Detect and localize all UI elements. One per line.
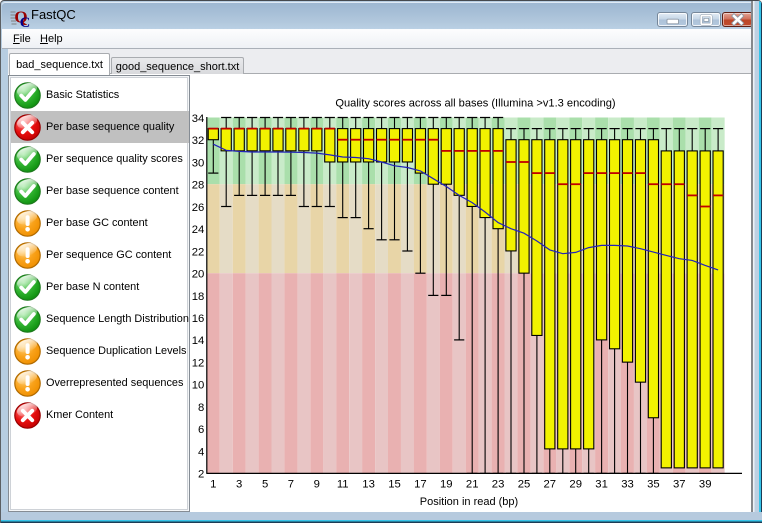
svg-text:35: 35: [647, 478, 660, 490]
svg-text:28: 28: [192, 180, 205, 192]
svg-text:3: 3: [236, 478, 242, 490]
svg-text:29: 29: [569, 478, 582, 490]
svg-text:14: 14: [192, 335, 205, 347]
svg-text:9: 9: [314, 478, 320, 490]
svg-text:24: 24: [192, 224, 205, 236]
svg-text:31: 31: [595, 478, 608, 490]
svg-text:10: 10: [192, 380, 205, 392]
svg-text:23: 23: [492, 478, 505, 490]
svg-text:32: 32: [192, 135, 205, 147]
svg-text:Quality scores across all base: Quality scores across all bases (Illumin…: [335, 98, 615, 110]
svg-text:18: 18: [192, 291, 205, 303]
svg-text:7: 7: [288, 478, 294, 490]
svg-text:34: 34: [192, 113, 205, 125]
svg-text:4: 4: [198, 447, 204, 459]
svg-text:19: 19: [440, 478, 453, 490]
svg-text:11: 11: [337, 478, 349, 490]
svg-text:25: 25: [518, 478, 531, 490]
svg-text:15: 15: [388, 478, 401, 490]
svg-text:13: 13: [362, 478, 375, 490]
svg-text:17: 17: [414, 478, 427, 490]
svg-text:39: 39: [699, 478, 712, 490]
svg-text:5: 5: [262, 478, 268, 490]
svg-text:30: 30: [192, 157, 205, 169]
svg-text:8: 8: [198, 402, 204, 414]
svg-text:12: 12: [192, 358, 205, 370]
svg-text:Position in read (bp): Position in read (bp): [420, 496, 518, 508]
svg-text:22: 22: [192, 246, 205, 258]
svg-text:21: 21: [466, 478, 479, 490]
svg-text:16: 16: [192, 313, 205, 325]
svg-text:37: 37: [673, 478, 686, 490]
svg-text:2: 2: [198, 469, 204, 481]
svg-text:20: 20: [192, 269, 205, 281]
svg-text:26: 26: [192, 202, 205, 214]
svg-text:27: 27: [544, 478, 557, 490]
svg-text:33: 33: [621, 478, 634, 490]
svg-text:6: 6: [198, 424, 204, 436]
svg-text:1: 1: [210, 478, 216, 490]
